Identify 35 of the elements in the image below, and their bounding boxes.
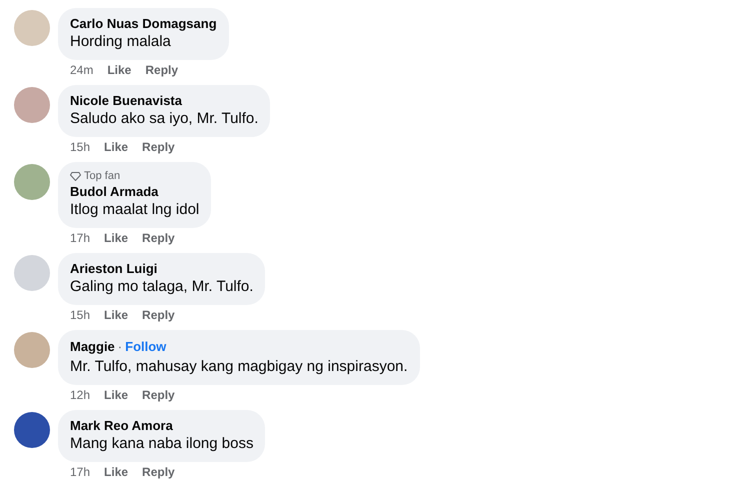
avatar[interactable] (14, 412, 50, 448)
like-link[interactable]: Like (104, 386, 128, 402)
like-link[interactable]: Like (104, 139, 128, 155)
comment-time[interactable]: 12h (70, 386, 90, 402)
reply-link[interactable]: Reply (142, 386, 175, 402)
commenter-name[interactable]: Maggie (70, 338, 115, 355)
commenter-name[interactable]: Carlo Nuas Domagsang (70, 15, 217, 32)
top-fan-label: Top fan (84, 169, 120, 183)
comment-time[interactable]: 17h (70, 464, 90, 480)
comment-text: Saludo ako sa iyo, Mr. Tulfo. (70, 109, 258, 129)
comment-text: Hording malala (70, 32, 172, 52)
separator-dot: · (116, 338, 124, 356)
comment-time[interactable]: 15h (70, 139, 90, 155)
comment-time[interactable]: 15h (70, 307, 90, 323)
like-link[interactable]: Like (107, 62, 132, 78)
reply-link[interactable]: Reply (142, 230, 175, 246)
like-link[interactable]: Like (104, 230, 128, 246)
like-link[interactable]: Like (104, 464, 128, 480)
commenter-name[interactable]: Arieston Luigi (70, 260, 158, 277)
follow-link[interactable]: Follow (125, 337, 166, 356)
commenter-name[interactable]: Budol Armada (70, 183, 158, 200)
comment-text: Mang kana naba ilong boss (70, 434, 254, 454)
comment-text: Mr. Tulfo, mahusay kang magbigay ng inspirasyon. (70, 356, 408, 376)
diamond-icon (70, 172, 81, 180)
comment-text: Itlog maalat lng idol (70, 200, 200, 220)
reply-link[interactable]: Reply (142, 464, 175, 480)
reply-link[interactable]: Reply (142, 139, 175, 155)
reply-link[interactable]: Reply (145, 62, 178, 78)
commenter-name[interactable]: Nicole Buenavista (70, 92, 182, 109)
reply-link[interactable]: Reply (142, 307, 175, 323)
commenter-name[interactable]: Mark Reo Amora (70, 416, 173, 434)
like-link[interactable]: Like (104, 307, 128, 323)
comment-time[interactable]: 24m (70, 62, 94, 78)
comment-time[interactable]: 17h (70, 230, 90, 246)
comment-text: Galing mo talaga, Mr. Tulfo. (70, 277, 254, 297)
